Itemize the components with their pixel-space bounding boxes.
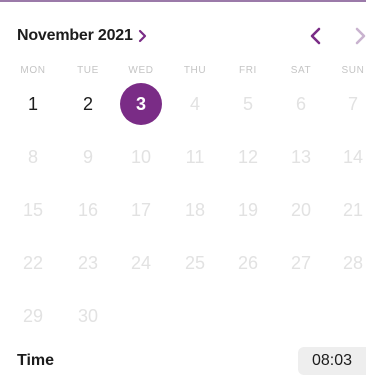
month-year-label: November 2021: [17, 27, 133, 44]
day-cell: 28: [342, 252, 364, 273]
day-cell: 26: [237, 252, 259, 273]
weekday-label-thu: THU: [183, 65, 207, 76]
weekday-label-sat: SAT: [290, 65, 312, 76]
chevron-right-icon: [137, 29, 147, 43]
weekday-label-mon: MON: [20, 65, 46, 76]
month-year-button[interactable]: November 2021: [17, 27, 147, 45]
day-cell: 16: [77, 199, 99, 220]
day-cell: 14: [342, 146, 364, 167]
top-divider: [0, 0, 366, 2]
time-row: Time 08:03: [0, 346, 366, 375]
day-cell: 5: [242, 93, 253, 114]
day-cell: 8: [27, 146, 38, 167]
day-cell: 18: [184, 199, 206, 220]
calendar-header: November 2021: [0, 22, 366, 52]
day-cell: 25: [184, 252, 206, 273]
chevron-right-icon: [355, 27, 366, 45]
day-cell: 12: [237, 146, 259, 167]
next-month-button[interactable]: [350, 22, 366, 50]
day-cell: 4: [189, 93, 200, 114]
weekday-header-row: MON TUE WED THU FRI SAT SUN: [0, 65, 366, 79]
day-cell: 17: [130, 199, 152, 220]
day-cell: 29: [22, 305, 44, 326]
day-cell: 24: [130, 252, 152, 273]
day-cell: 9: [82, 146, 93, 167]
day-cell[interactable]: 1: [11, 82, 55, 126]
day-cell: 10: [130, 146, 152, 167]
day-cell: 30: [77, 305, 99, 326]
day-cell: 15: [22, 199, 44, 220]
selected-day-cell[interactable]: 3: [120, 83, 162, 125]
day-cell: 11: [185, 146, 205, 167]
day-cell: 20: [290, 199, 312, 220]
day-cell: 23: [77, 252, 99, 273]
time-label: Time: [17, 352, 55, 369]
day-cell: 7: [347, 93, 358, 114]
chevron-left-icon: [310, 27, 321, 45]
day-cell: 22: [22, 252, 44, 273]
day-cell: 27: [290, 252, 312, 273]
day-cell: 19: [237, 199, 259, 220]
previous-month-button[interactable]: [304, 22, 328, 50]
weekday-label-fri: FRI: [239, 65, 257, 76]
weekday-label-tue: TUE: [77, 65, 99, 76]
weekday-label-wed: WED: [128, 65, 154, 76]
day-cell[interactable]: 2: [66, 82, 110, 126]
day-cell: 13: [290, 146, 312, 167]
calendar-day-grid: 1 2 3 4 5 6 7 8 9 10 11 12 13 14 15 16 17 18 19 20 21 22 23 24 2…: [0, 82, 366, 344]
day-cell: 6: [295, 93, 306, 114]
day-cell: 21: [342, 199, 364, 220]
weekday-label-sun: SUN: [341, 65, 365, 76]
